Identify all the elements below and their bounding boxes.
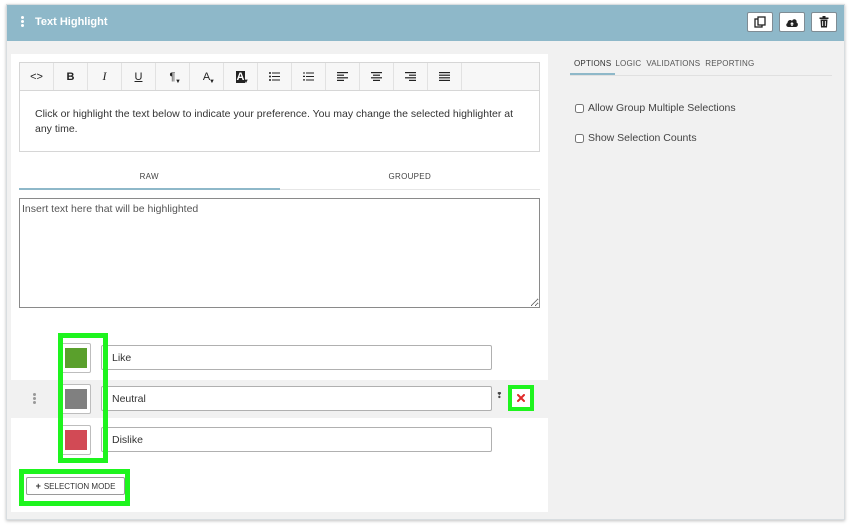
cloud-upload-icon xyxy=(786,18,798,27)
option-show-selection-counts[interactable]: Show Selection Counts xyxy=(575,132,697,144)
add-selection-mode-label: SELECTION MODE xyxy=(43,481,116,491)
highlight-text-input[interactable] xyxy=(19,198,540,308)
tab-reporting[interactable]: REPORTING xyxy=(705,58,759,75)
color-swatch xyxy=(65,430,87,450)
question-type-title: Text Highlight xyxy=(35,16,108,28)
align-right-icon xyxy=(405,72,416,81)
allow-group-multiple-checkbox[interactable] xyxy=(575,103,584,113)
question-prompt-text[interactable]: Click or highlight the text below to ind… xyxy=(35,107,529,137)
show-selection-counts-checkbox[interactable] xyxy=(575,133,584,143)
question-editor: <> B I U ¶ ▼ A ▼ A ▼ Click or highlight … xyxy=(11,54,548,512)
highlighter-label-input[interactable] xyxy=(101,345,492,370)
drag-handle-icon[interactable] xyxy=(21,16,25,28)
caret-icon: ❢ xyxy=(496,391,503,400)
tab-grouped[interactable]: GROUPED xyxy=(280,168,541,190)
justify-button[interactable] xyxy=(428,63,462,90)
copy-icon xyxy=(754,16,766,28)
highlighter-row xyxy=(11,339,548,377)
copy-button[interactable] xyxy=(747,12,773,32)
underline-icon: U xyxy=(134,70,143,83)
settings-tabs: OPTIONS LOGIC VALIDATIONS REPORTING xyxy=(570,58,832,76)
align-right-button[interactable] xyxy=(394,63,428,90)
code-view-button[interactable]: <> xyxy=(20,63,54,90)
align-center-button[interactable] xyxy=(360,63,394,90)
delete-question-button[interactable] xyxy=(811,12,837,32)
color-picker-button[interactable] xyxy=(61,425,91,455)
plus-icon: + xyxy=(35,481,41,491)
background-color-button[interactable]: A ▼ xyxy=(224,63,258,90)
italic-icon: I xyxy=(102,69,107,83)
color-picker-button[interactable] xyxy=(61,343,91,373)
rich-text-editor[interactable]: <> B I U ¶ ▼ A ▼ A ▼ Click or highlight … xyxy=(19,62,540,152)
color-swatch xyxy=(65,389,87,409)
highlighter-label-input[interactable] xyxy=(101,427,492,452)
code-view-icon: <> xyxy=(30,70,43,83)
bold-icon: B xyxy=(66,70,75,83)
numbered-list-button[interactable] xyxy=(292,63,326,90)
font-color-button[interactable]: A ▼ xyxy=(190,63,224,90)
align-left-icon xyxy=(337,72,348,81)
card-header: Text Highlight xyxy=(7,5,844,41)
tab-validations[interactable]: VALIDATIONS xyxy=(646,58,705,75)
align-left-button[interactable] xyxy=(326,63,360,90)
option-allow-group-multiple[interactable]: Allow Group Multiple Selections xyxy=(575,102,736,114)
numbered-list-icon xyxy=(303,72,314,81)
chevron-down-icon: ▼ xyxy=(175,79,181,85)
bulleted-list-button[interactable] xyxy=(258,63,292,90)
settings-panel: OPTIONS LOGIC VALIDATIONS REPORTING Allo… xyxy=(570,58,832,144)
text-tabs: RAW GROUPED xyxy=(19,168,540,190)
save-to-library-button[interactable] xyxy=(779,12,805,32)
trash-icon xyxy=(819,16,829,28)
tab-raw[interactable]: RAW xyxy=(19,168,280,190)
color-picker-button[interactable] xyxy=(61,384,91,414)
close-icon xyxy=(517,394,525,402)
justify-icon xyxy=(439,72,450,81)
tab-logic[interactable]: LOGIC xyxy=(615,58,646,75)
remove-highlighter-button[interactable] xyxy=(508,385,534,411)
add-selection-mode-button[interactable]: + SELECTION MODE xyxy=(26,477,125,495)
italic-button[interactable]: I xyxy=(88,63,122,90)
highlighter-label-input[interactable] xyxy=(101,386,492,411)
chevron-down-icon: ▼ xyxy=(209,79,215,85)
option-label: Allow Group Multiple Selections xyxy=(588,102,736,114)
color-swatch xyxy=(65,348,87,368)
editor-toolbar: <> B I U ¶ ▼ A ▼ A ▼ xyxy=(20,63,539,91)
highlighter-row xyxy=(11,421,548,459)
align-center-icon xyxy=(371,72,382,81)
highlighter-row: ❢ xyxy=(11,380,548,418)
chevron-down-icon: ▼ xyxy=(243,79,249,85)
bulleted-list-icon xyxy=(269,72,280,81)
underline-button[interactable]: U xyxy=(122,63,156,90)
drag-handle-icon[interactable] xyxy=(33,393,36,405)
paragraph-button[interactable]: ¶ ▼ xyxy=(156,63,190,90)
tab-options[interactable]: OPTIONS xyxy=(570,58,616,75)
option-label: Show Selection Counts xyxy=(588,132,697,144)
bold-button[interactable]: B xyxy=(54,63,88,90)
